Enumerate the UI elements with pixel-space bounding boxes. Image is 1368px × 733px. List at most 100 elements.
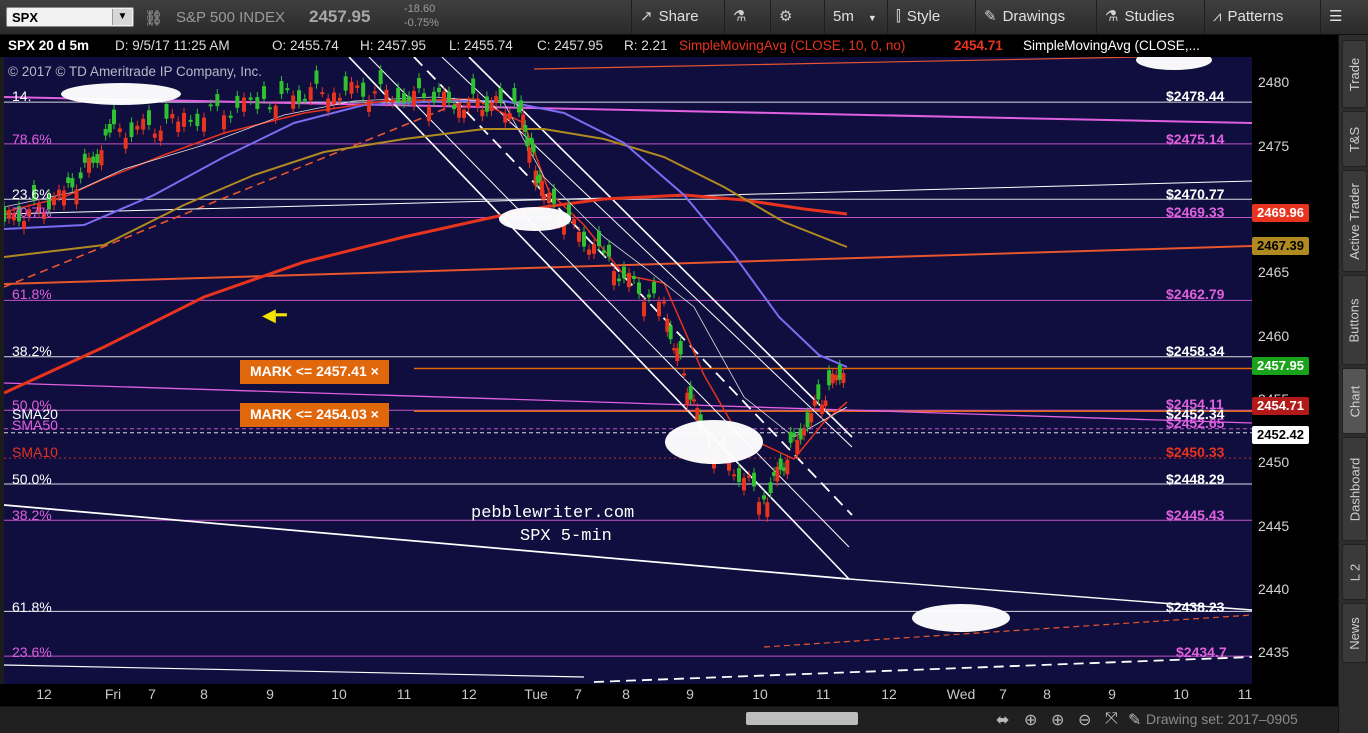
candle-body xyxy=(228,115,233,118)
share-icon: ↗ xyxy=(640,8,653,25)
candle-body xyxy=(592,244,596,254)
time-tick: 11 xyxy=(1237,686,1253,702)
tab-buttons[interactable]: Buttons xyxy=(1342,275,1367,365)
candle-body xyxy=(248,97,253,100)
level-label: $2448.29 xyxy=(1166,471,1225,487)
candle-body xyxy=(62,190,66,206)
level-label: $2475.14 xyxy=(1166,131,1225,147)
time-tick: 10 xyxy=(331,686,347,702)
time-tick: 12 xyxy=(461,686,477,702)
crosshair-icon[interactable]: ⊕ xyxy=(1024,710,1037,730)
sma10-line xyxy=(4,98,848,460)
candle-body xyxy=(7,211,11,219)
time-tick: 10 xyxy=(752,686,768,702)
candle-body xyxy=(768,482,773,494)
candle-body xyxy=(527,147,532,163)
studies-flask-button[interactable]: ⚗ xyxy=(724,0,770,34)
patterns-button[interactable]: ⩘ Patterns xyxy=(1204,0,1320,34)
price-axis[interactable]: 2480247524702465246024552450244524402435… xyxy=(1252,35,1338,706)
candle-body xyxy=(343,76,348,91)
candle-body xyxy=(452,105,456,110)
watermark-label: SPX 5-min xyxy=(520,527,612,546)
candle-body xyxy=(647,294,651,298)
link-icon[interactable]: ⛓ xyxy=(144,9,163,27)
chart-info-bar: SPX 20 d 5m D: 9/5/17 11:25 AM O: 2455.7… xyxy=(0,35,1252,57)
level-label: $2445.43 xyxy=(1166,507,1225,523)
tab-label: T&S xyxy=(1347,126,1363,152)
tab-level2[interactable]: L 2 xyxy=(1342,544,1367,600)
tab-dashboard[interactable]: Dashboard xyxy=(1342,437,1367,541)
price-tick: 2465 xyxy=(1258,264,1290,281)
candle-body xyxy=(215,94,220,107)
zoom-out-icon[interactable]: ⊖ xyxy=(1078,710,1091,730)
tab-time-and-sales[interactable]: T&S xyxy=(1342,111,1367,167)
candle-body xyxy=(529,137,534,145)
candle-body xyxy=(427,106,431,122)
candle-body xyxy=(66,177,71,184)
timeframe-label: 5m xyxy=(833,8,854,25)
drawing-icon[interactable]: ✎ xyxy=(1128,710,1141,730)
time-tick: 8 xyxy=(200,686,208,702)
candle-body xyxy=(466,101,471,109)
time-tick: 11 xyxy=(815,686,831,702)
candle-body xyxy=(762,495,766,500)
candle-body xyxy=(622,266,626,279)
symbol-input[interactable]: SPX ▼ xyxy=(6,7,134,27)
tab-chart[interactable]: Chart xyxy=(1342,368,1367,434)
annotation-oval xyxy=(912,604,1010,632)
candle-body xyxy=(176,121,181,132)
symbol-value: SPX xyxy=(12,10,39,25)
candle-body xyxy=(525,137,530,147)
price-alert-mark[interactable]: MARK <= 2457.41 × xyxy=(240,360,389,384)
price-alert-mark[interactable]: MARK <= 2454.03 × xyxy=(240,403,389,427)
candle-body xyxy=(188,119,193,122)
tab-news[interactable]: News xyxy=(1342,603,1367,663)
studies-button[interactable]: ⚗ Studies xyxy=(1096,0,1204,34)
drawing-set-label[interactable]: Drawing set: 2017–0905 xyxy=(1146,711,1298,727)
candle-body xyxy=(372,91,377,94)
bar-close: C: 2457.95 xyxy=(537,38,604,53)
tab-label: L 2 xyxy=(1347,563,1362,581)
style-label: Style xyxy=(906,8,941,25)
fit-icon[interactable]: ⬌ xyxy=(996,710,1009,730)
candle-body xyxy=(792,432,796,437)
candle-body xyxy=(830,373,835,384)
bar-low: L: 2455.74 xyxy=(449,38,513,53)
candle-body xyxy=(164,103,169,119)
tab-label: Dashboard xyxy=(1347,457,1363,521)
more-menu-button[interactable]: ☰ xyxy=(1320,0,1368,34)
time-tick: 8 xyxy=(622,686,630,702)
candle-body xyxy=(437,87,441,93)
drawings-button[interactable]: ✎ Drawings xyxy=(975,0,1096,34)
candle-body xyxy=(262,86,266,99)
level-label: $2469.33 xyxy=(1166,204,1225,220)
horizontal-scrollbar[interactable] xyxy=(746,712,858,725)
chevron-down-icon[interactable]: ▼ xyxy=(112,9,132,25)
style-button[interactable]: ⫿ Style xyxy=(887,0,975,34)
timeframe-button[interactable]: 5m ▼ xyxy=(824,0,887,34)
percent-change: -0.75% xyxy=(404,17,439,29)
candle-body xyxy=(349,81,354,94)
sma10-price-tag: 2469.96 xyxy=(1252,204,1309,222)
pan-icon[interactable]: ⤧ xyxy=(1105,710,1118,728)
settings-button[interactable]: ⚙ xyxy=(770,0,824,34)
fib-label: 70.7% xyxy=(12,204,52,220)
chart-area[interactable]: © 2017 © TD Ameritrade IP Company, Inc. … xyxy=(4,57,1252,684)
candle-body xyxy=(279,81,284,95)
time-axis[interactable]: 12 Fri 7 8 9 10 11 12 Tue 7 8 9 10 11 12 Wed 7 8 9 10 11 xyxy=(0,684,1252,706)
candle-body xyxy=(795,439,800,455)
zoom-in-icon[interactable]: ⊕ xyxy=(1051,710,1064,730)
candle-body xyxy=(158,130,163,141)
patterns-label: Patterns xyxy=(1227,8,1284,25)
candle-body xyxy=(662,301,666,304)
annotation-oval xyxy=(1136,57,1212,70)
tab-active-trader[interactable]: Active Trader xyxy=(1342,170,1367,272)
candle-body xyxy=(390,100,395,103)
share-button[interactable]: ↗ Share xyxy=(631,0,724,34)
tab-trade[interactable]: Trade xyxy=(1342,40,1367,108)
candle-body xyxy=(737,468,741,483)
candle-body xyxy=(802,429,806,436)
tab-label: Buttons xyxy=(1347,297,1362,343)
time-tick: Wed xyxy=(946,686,976,702)
candle-body xyxy=(607,244,611,257)
